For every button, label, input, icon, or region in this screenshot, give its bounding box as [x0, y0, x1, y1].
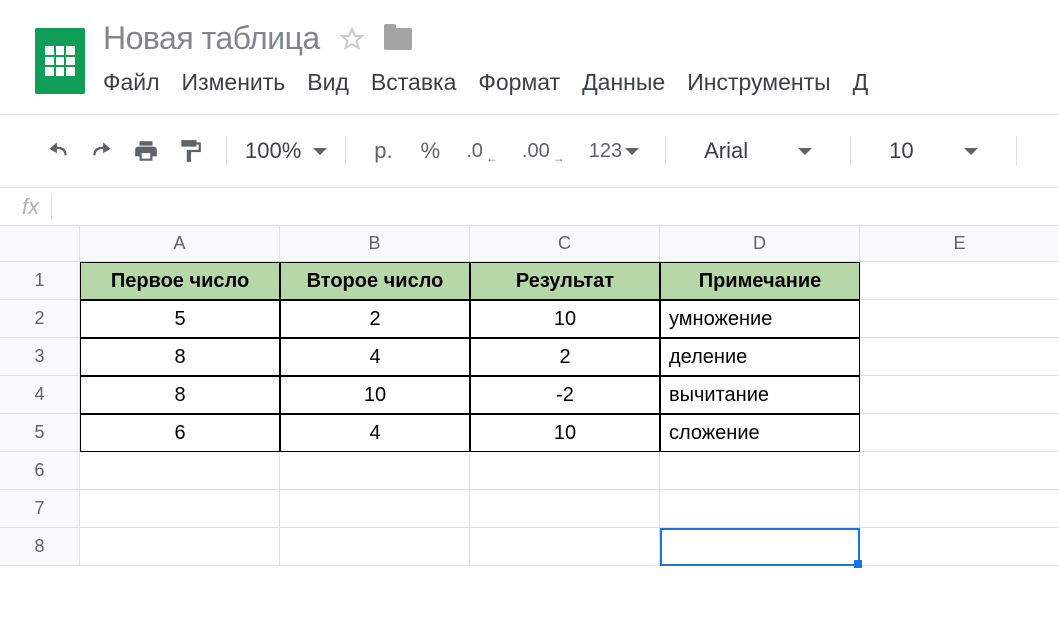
cell-c1[interactable]: Результат: [470, 262, 660, 300]
cell-b8[interactable]: [280, 528, 470, 566]
decrease-decimal-button[interactable]: .0←: [458, 140, 506, 163]
percent-button[interactable]: %: [411, 138, 451, 164]
folder-icon[interactable]: [384, 28, 412, 50]
col-head-c[interactable]: C: [470, 226, 660, 262]
menu-insert[interactable]: Вставка: [371, 69, 457, 96]
zoom-dropdown[interactable]: 100%: [245, 138, 327, 164]
menu-data[interactable]: Данные: [582, 69, 665, 96]
formula-input[interactable]: [52, 195, 1049, 218]
formula-bar: fx: [0, 188, 1059, 226]
menu-more[interactable]: Д: [853, 69, 869, 96]
cell-d4[interactable]: вычитание: [660, 376, 860, 414]
chevron-down-icon: [625, 148, 639, 155]
col-head-e[interactable]: E: [860, 226, 1059, 262]
cell-b7[interactable]: [280, 490, 470, 528]
menu-bar: Файл Изменить Вид Вставка Формат Данные …: [103, 69, 1059, 96]
cell-d1[interactable]: Примечание: [660, 262, 860, 300]
star-icon[interactable]: [340, 27, 364, 51]
sheets-logo: [35, 28, 85, 94]
cell-e6[interactable]: [860, 452, 1059, 490]
cell-e3[interactable]: [860, 338, 1059, 376]
cell-c3[interactable]: 2: [470, 338, 660, 376]
cell-d8-selected[interactable]: [660, 528, 860, 566]
toolbar: 100% р. % .0← .00→ 123 Arial 10: [0, 114, 1059, 188]
cell-b3[interactable]: 4: [280, 338, 470, 376]
row-head-1[interactable]: 1: [0, 262, 80, 300]
menu-edit[interactable]: Изменить: [182, 69, 286, 96]
cell-c8[interactable]: [470, 528, 660, 566]
cell-d6[interactable]: [660, 452, 860, 490]
cell-a7[interactable]: [80, 490, 280, 528]
cell-c7[interactable]: [470, 490, 660, 528]
increase-decimal-button[interactable]: .00→: [514, 140, 573, 163]
cell-c5[interactable]: 10: [470, 414, 660, 452]
cell-b1[interactable]: Второе число: [280, 262, 470, 300]
divider: [1016, 136, 1017, 166]
cell-c4[interactable]: -2: [470, 376, 660, 414]
cell-e7[interactable]: [860, 490, 1059, 528]
cell-b6[interactable]: [280, 452, 470, 490]
spreadsheet-grid: A B C D E 1 Первое число Второе число Ре…: [0, 226, 1059, 566]
cell-a2[interactable]: 5: [80, 300, 280, 338]
row-head-7[interactable]: 7: [0, 490, 80, 528]
cell-d7[interactable]: [660, 490, 860, 528]
undo-button[interactable]: [40, 133, 76, 169]
cell-d5[interactable]: сложение: [660, 414, 860, 452]
print-button[interactable]: [128, 133, 164, 169]
cell-e2[interactable]: [860, 300, 1059, 338]
row-head-2[interactable]: 2: [0, 300, 80, 338]
redo-button[interactable]: [84, 133, 120, 169]
cell-d2[interactable]: умножение: [660, 300, 860, 338]
cell-e8[interactable]: [860, 528, 1059, 566]
select-all-corner[interactable]: [0, 226, 80, 262]
doc-title[interactable]: Новая таблица: [103, 20, 320, 57]
cell-c2[interactable]: 10: [470, 300, 660, 338]
cell-b2[interactable]: 2: [280, 300, 470, 338]
divider: [665, 136, 666, 166]
cell-e4[interactable]: [860, 376, 1059, 414]
cell-a3[interactable]: 8: [80, 338, 280, 376]
font-family-dropdown[interactable]: Arial: [684, 138, 832, 164]
divider: [345, 136, 346, 166]
cell-e1[interactable]: [860, 262, 1059, 300]
divider: [850, 136, 851, 166]
fx-label: fx: [10, 194, 52, 219]
cell-d3[interactable]: деление: [660, 338, 860, 376]
col-head-d[interactable]: D: [660, 226, 860, 262]
row-head-8[interactable]: 8: [0, 528, 80, 566]
col-head-a[interactable]: A: [80, 226, 280, 262]
row-head-4[interactable]: 4: [0, 376, 80, 414]
cell-a4[interactable]: 8: [80, 376, 280, 414]
cell-a6[interactable]: [80, 452, 280, 490]
row-head-3[interactable]: 3: [0, 338, 80, 376]
chevron-down-icon: [313, 148, 327, 155]
cell-a1[interactable]: Первое число: [80, 262, 280, 300]
cell-c6[interactable]: [470, 452, 660, 490]
row-head-5[interactable]: 5: [0, 414, 80, 452]
cell-b5[interactable]: 4: [280, 414, 470, 452]
divider: [226, 136, 227, 166]
currency-button[interactable]: р.: [364, 138, 402, 164]
cell-e5[interactable]: [860, 414, 1059, 452]
cell-a5[interactable]: 6: [80, 414, 280, 452]
chevron-down-icon: [798, 148, 812, 155]
menu-format[interactable]: Формат: [478, 69, 560, 96]
menu-tools[interactable]: Инструменты: [687, 69, 830, 96]
chevron-down-icon: [964, 148, 978, 155]
font-size-dropdown[interactable]: 10: [869, 138, 997, 164]
cell-a8[interactable]: [80, 528, 280, 566]
number-format-dropdown[interactable]: 123: [581, 140, 647, 163]
menu-view[interactable]: Вид: [307, 69, 349, 96]
row-head-6[interactable]: 6: [0, 452, 80, 490]
menu-file[interactable]: Файл: [103, 69, 160, 96]
col-head-b[interactable]: B: [280, 226, 470, 262]
paint-format-button[interactable]: [172, 133, 208, 169]
cell-b4[interactable]: 10: [280, 376, 470, 414]
